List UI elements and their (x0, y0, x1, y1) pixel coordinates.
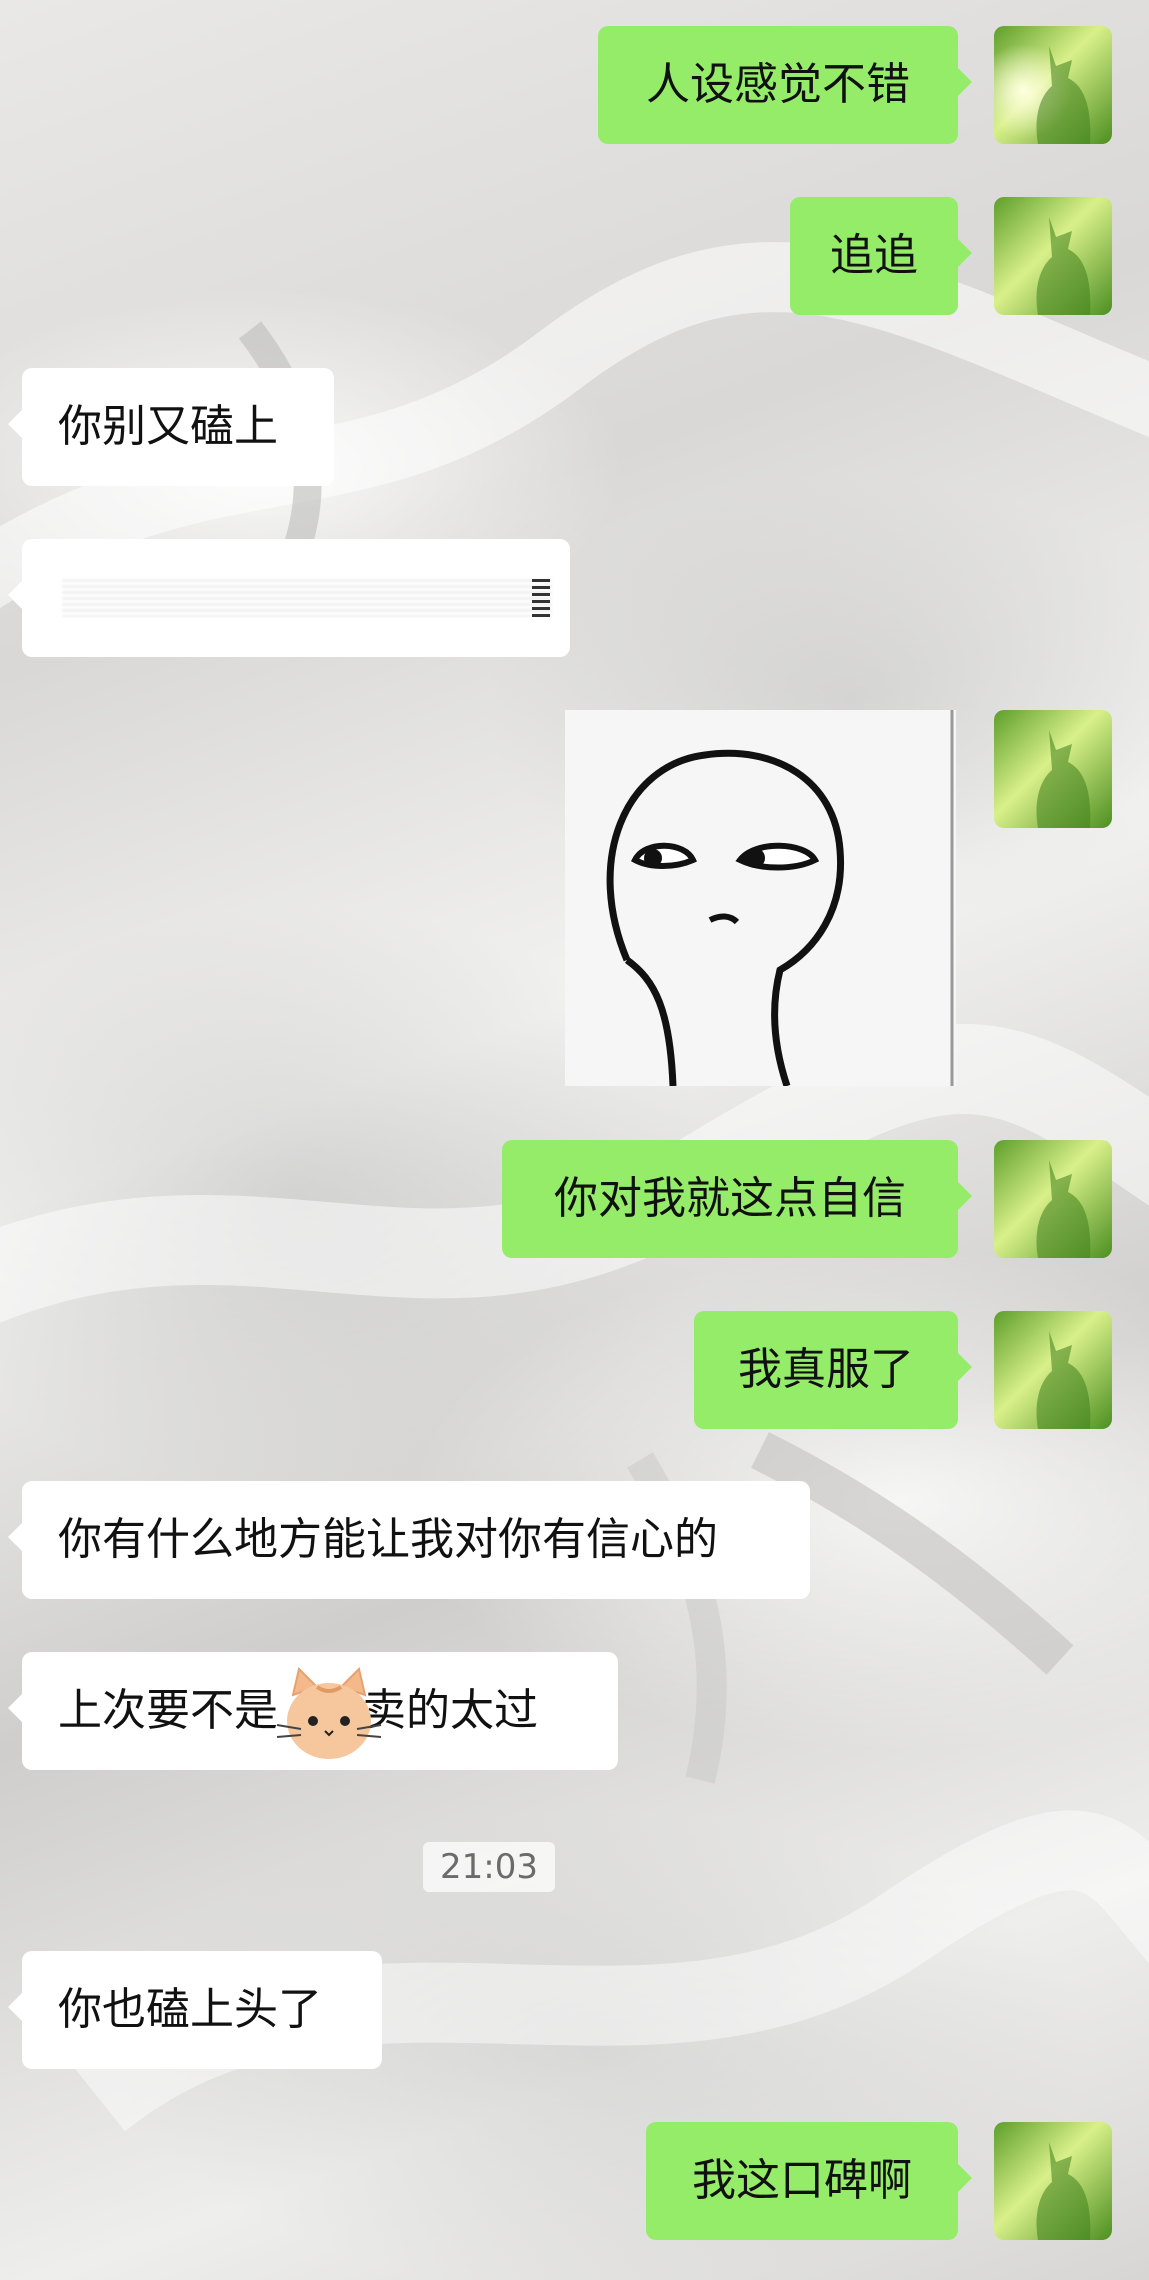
cat-avatar-icon[interactable] (994, 710, 1112, 828)
incoming-message-bubble[interactable]: 你别又磕上 (8, 368, 334, 486)
message-text: 你对我就这点自信 (554, 1173, 906, 1224)
incoming-message-bubble[interactable]: 你也磕上头了 (8, 1951, 382, 2069)
message-text: 你别又磕上 (58, 401, 278, 452)
chat-message-list[interactable]: 人设感觉不错 追追 你别又磕上 你对我就这点自信 我真服了 你有什么地方能让我对… (0, 0, 1149, 2280)
message-text-after: 卖的太过 (362, 1685, 538, 1736)
message-text: 人设感觉不错 (646, 59, 910, 110)
redacted-text (62, 579, 552, 617)
message-text: 我这口碑啊 (692, 2155, 912, 2206)
timestamp: 21:03 (423, 1842, 555, 1892)
message-text-before: 上次要不是 (58, 1685, 278, 1736)
message-text: 你也磕上头了 (58, 1984, 322, 2035)
cat-avatar-icon[interactable] (994, 1140, 1112, 1258)
outgoing-message-bubble[interactable]: 追追 (790, 197, 972, 315)
cat-avatar-icon[interactable] (994, 2122, 1112, 2240)
cat-avatar-icon[interactable] (994, 197, 1112, 315)
outgoing-message-bubble[interactable]: 我这口碑啊 (646, 2122, 972, 2240)
message-text: 你有什么地方能让我对你有信心的 (58, 1514, 718, 1565)
cat-avatar-icon[interactable] (994, 26, 1112, 144)
message-text: 追追 (830, 230, 918, 281)
cat-face-emoji-icon (273, 1665, 385, 1769)
message-text: 我真服了 (738, 1344, 914, 1395)
outgoing-message-bubble[interactable]: 你对我就这点自信 (502, 1140, 972, 1258)
outgoing-message-bubble[interactable]: 我真服了 (694, 1311, 972, 1429)
cat-avatar-icon[interactable] (994, 1311, 1112, 1429)
incoming-message-bubble-redacted[interactable] (8, 539, 570, 657)
incoming-message-bubble[interactable]: 你有什么地方能让我对你有信心的 (8, 1481, 810, 1599)
outgoing-message-bubble[interactable]: 人设感觉不错 (598, 26, 972, 144)
redacted-text-end (532, 579, 550, 617)
sticker-image[interactable] (565, 710, 956, 1086)
